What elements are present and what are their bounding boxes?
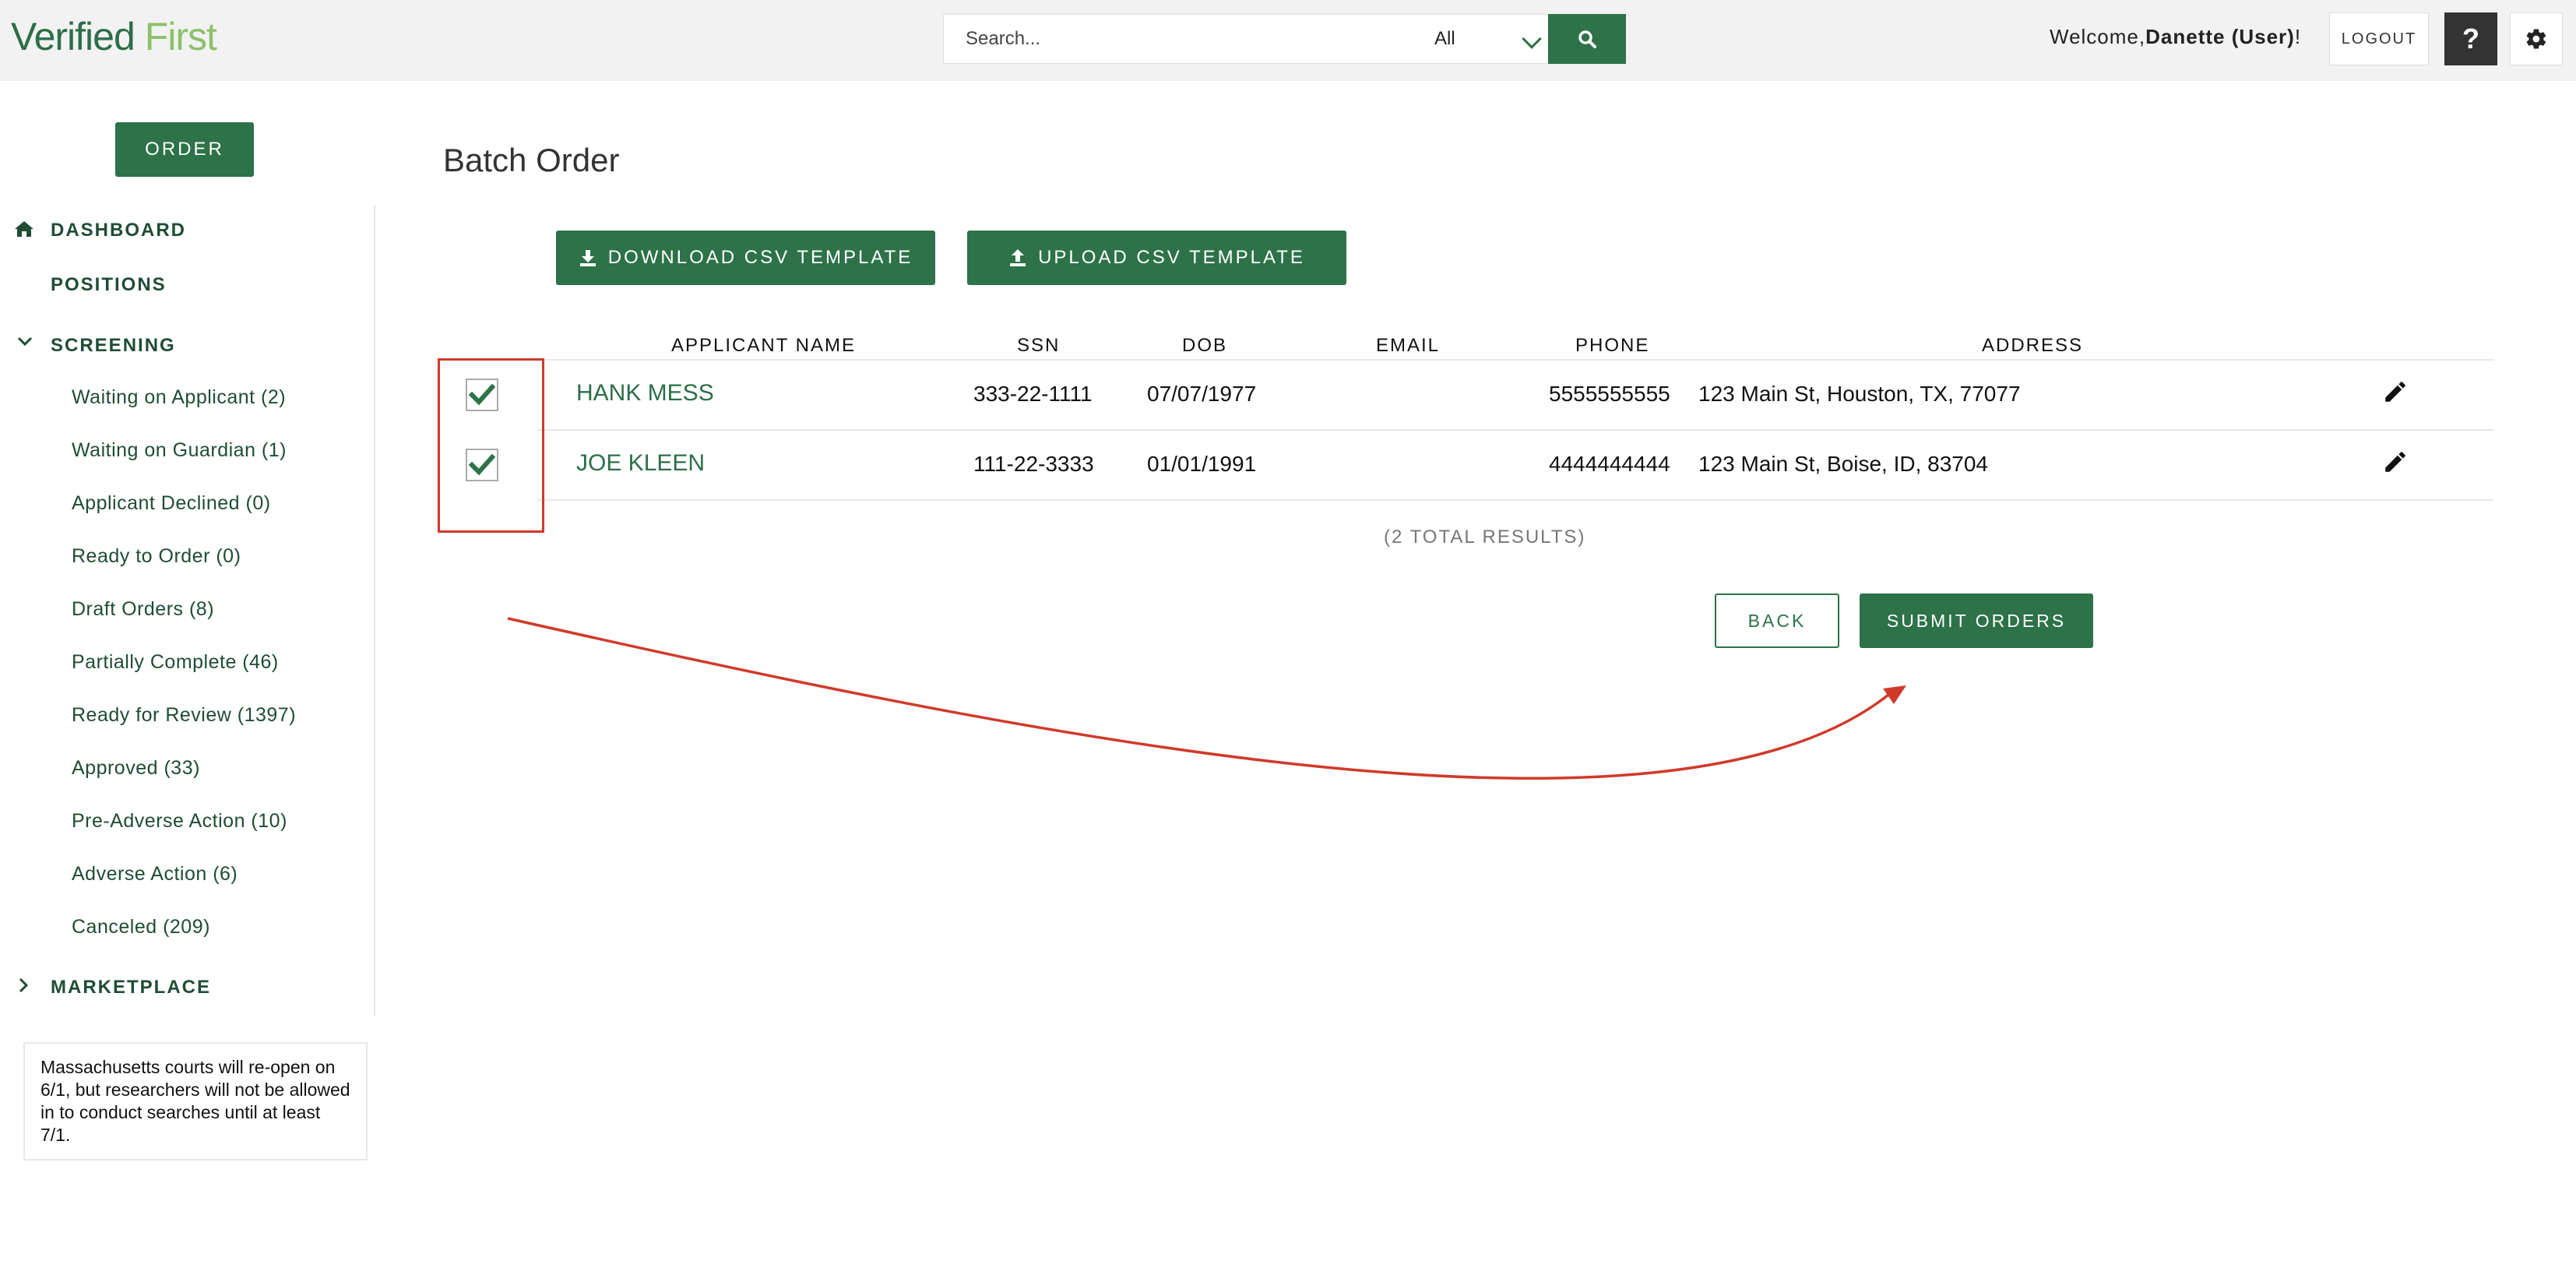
chevron-down-icon	[1522, 29, 1542, 49]
search-scope-dropdown[interactable]: All	[1411, 15, 1551, 63]
sidebar-item-partially-complete[interactable]: Partially Complete (46)	[72, 651, 279, 674]
upload-icon	[1010, 249, 1026, 266]
applicant-phone: 5555555555	[1549, 382, 1670, 406]
help-button[interactable]: ?	[2444, 12, 2497, 65]
applicant-address: 123 Main St, Boise, ID, 83704	[1698, 452, 1988, 476]
sidebar-item-approved[interactable]: Approved (33)	[72, 757, 200, 780]
back-button[interactable]: BACK	[1715, 593, 1839, 648]
sidebar-item-positions[interactable]: POSITIONS	[51, 274, 167, 296]
download-csv-template-button[interactable]: DOWNLOAD CSV TEMPLATE	[556, 231, 935, 285]
logo-text-first: First	[144, 15, 217, 58]
welcome-suffix: !	[2294, 25, 2302, 48]
edit-icon[interactable]	[2382, 379, 2409, 409]
submit-orders-button[interactable]: SUBMIT ORDERS	[1860, 593, 2093, 648]
applicant-name-link[interactable]: HANK MESS	[576, 380, 714, 407]
question-icon: ?	[2462, 23, 2479, 55]
chevron-down-icon[interactable]	[17, 336, 33, 351]
search-bar: All	[943, 14, 1626, 64]
settings-button[interactable]	[2510, 12, 2563, 65]
top-header: Verified First All Welcome,Danette (User…	[0, 0, 2576, 81]
gear-icon	[2526, 29, 2546, 49]
applicant-ssn: 333-22-1111	[973, 382, 1093, 406]
sidebar-item-screening[interactable]: SCREENING	[51, 335, 176, 357]
welcome-message: Welcome,Danette (User)!	[2050, 25, 2301, 49]
column-header-dob: DOB	[1182, 335, 1228, 356]
column-header-applicant-name: APPLICANT NAME	[671, 335, 856, 356]
verified-first-logo[interactable]: Verified First	[11, 14, 217, 59]
sidebar-item-pre-adverse-action[interactable]: Pre-Adverse Action (10)	[72, 810, 287, 833]
welcome-prefix: Welcome,	[2050, 25, 2146, 48]
search-button[interactable]	[1548, 14, 1626, 64]
upload-csv-template-label: UPLOAD CSV TEMPLATE	[1038, 247, 1305, 268]
sidebar-item-applicant-declined[interactable]: Applicant Declined (0)	[72, 492, 271, 515]
home-icon	[14, 220, 34, 242]
total-results: (2 TOTAL RESULTS)	[1384, 527, 1586, 548]
sidebar-item-dashboard[interactable]: DASHBOARD	[51, 220, 186, 241]
applicant-ssn: 111-22-3333	[973, 452, 1094, 476]
download-csv-template-label: DOWNLOAD CSV TEMPLATE	[607, 247, 913, 268]
sidebar-item-waiting-on-guardian[interactable]: Waiting on Guardian (1)	[72, 439, 287, 462]
annotation-arrow	[507, 617, 1906, 780]
applicant-address: 123 Main St, Houston, TX, 77077	[1698, 382, 2021, 406]
download-icon	[579, 250, 596, 266]
sidebar-item-marketplace[interactable]: MARKETPLACE	[51, 977, 211, 998]
applicant-dob: 01/01/1991	[1147, 452, 1257, 476]
welcome-user-name: Danette (User)	[2145, 25, 2295, 48]
column-header-address: ADDRESS	[1982, 335, 2084, 356]
sidebar-item-draft-orders[interactable]: Draft Orders (8)	[72, 598, 214, 621]
row-divider	[537, 429, 2493, 431]
applicant-dob: 07/07/1977	[1147, 382, 1257, 406]
sidebar-item-canceled[interactable]: Canceled (209)	[72, 916, 210, 939]
order-button[interactable]: ORDER	[115, 122, 254, 177]
sidebar-item-ready-for-review[interactable]: Ready for Review (1397)	[72, 704, 296, 727]
search-input[interactable]	[944, 15, 1403, 63]
annotation-highlight-box	[438, 358, 544, 533]
row-divider	[537, 499, 2493, 501]
page-title: Batch Order	[443, 142, 620, 178]
column-header-email: EMAIL	[1376, 335, 1441, 356]
sidebar-item-adverse-action[interactable]: Adverse Action (6)	[72, 863, 238, 886]
sidebar-item-ready-to-order[interactable]: Ready to Order (0)	[72, 545, 241, 568]
notice-box: Massachusetts courts will re-open on 6/1…	[23, 1042, 368, 1160]
sidebar-item-waiting-on-applicant[interactable]: Waiting on Applicant (2)	[72, 386, 286, 409]
upload-csv-template-button[interactable]: UPLOAD CSV TEMPLATE	[967, 231, 1346, 285]
applicant-phone: 4444444444	[1549, 452, 1670, 476]
search-scope-value: All	[1434, 28, 1455, 49]
edit-icon[interactable]	[2382, 449, 2409, 479]
column-header-ssn: SSN	[1017, 335, 1061, 356]
logout-button[interactable]: LOGOUT	[2329, 12, 2429, 65]
search-icon	[1578, 30, 1596, 48]
chevron-right-icon[interactable]	[19, 977, 30, 997]
table-header-divider	[537, 359, 2493, 361]
applicant-name-link[interactable]: JOE KLEEN	[576, 450, 705, 477]
column-header-phone: PHONE	[1575, 335, 1650, 356]
logo-text-verified: Verified	[11, 15, 135, 58]
sidebar-divider	[374, 206, 375, 1016]
